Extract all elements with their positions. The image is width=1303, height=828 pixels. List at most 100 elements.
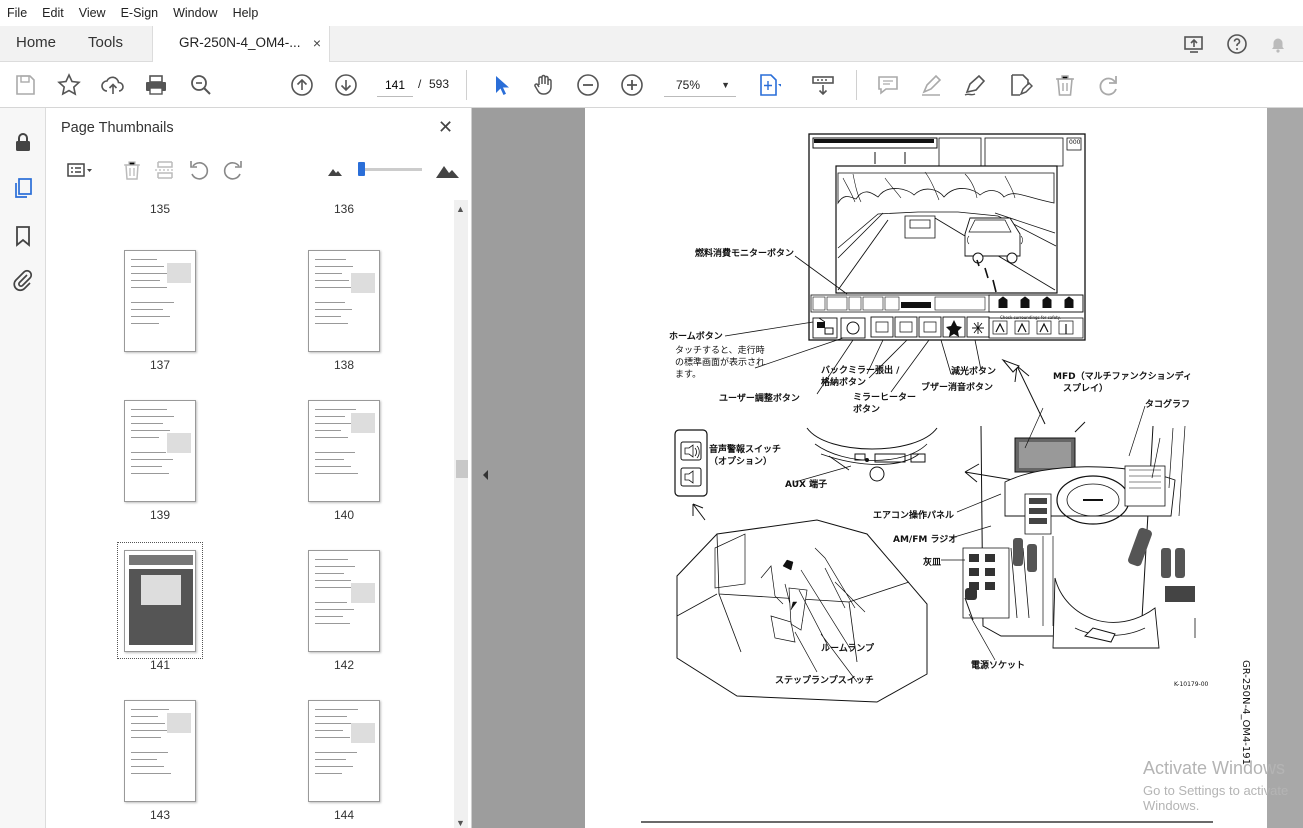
callout-buzzer-mute-button: ブザー消音ボタン <box>921 383 994 393</box>
next-page-icon[interactable] <box>333 72 359 98</box>
page-thumbnail[interactable] <box>308 550 380 652</box>
thumbnail-label: 141 <box>149 658 171 672</box>
close-tab-button[interactable]: × <box>313 26 321 60</box>
delete-pages-icon[interactable] <box>120 158 144 182</box>
save-icon[interactable] <box>12 72 38 98</box>
zoom-in-icon[interactable] <box>619 72 645 98</box>
rotate-right-icon[interactable] <box>221 158 245 182</box>
thumbnail-scrollbar[interactable] <box>454 200 468 828</box>
thumbnail-label: 137 <box>149 358 171 372</box>
toolbar-divider <box>856 70 857 100</box>
callout-alarm-switch-line2: （オプション） <box>709 457 773 467</box>
callout-mirror-heater-line2: ボタン <box>853 405 881 415</box>
redo-icon[interactable] <box>1095 72 1121 98</box>
thumbnail-label: 139 <box>149 508 171 522</box>
page-thumbnail[interactable] <box>308 250 380 352</box>
collapse-panel-icon[interactable] <box>478 430 494 520</box>
print-icon[interactable] <box>143 72 169 98</box>
help-icon[interactable] <box>1225 32 1249 56</box>
left-navigation-rail <box>0 108 46 828</box>
page-number-input[interactable] <box>377 73 413 97</box>
callout-ashtray: 灰皿 <box>923 558 942 568</box>
pdf-page: 燃料消費モニターボタン ホームボタン タッチすると、走行時 の標準画面が表示され… <box>585 108 1267 828</box>
select-cursor-icon[interactable] <box>488 72 514 98</box>
tab-tools[interactable]: Tools <box>88 26 123 62</box>
page-thumbnails-icon[interactable] <box>11 176 35 200</box>
bookmarks-icon[interactable] <box>11 224 35 248</box>
page-thumbnails-panel: Page Thumbnails ✕ 135 136 137 138 139 140 14… <box>46 108 472 828</box>
document-tab-title: GR-250N-4_OM4-... <box>179 35 301 50</box>
callout-home-desc-line3: ます。 <box>675 370 702 380</box>
menu-view[interactable]: View <box>72 6 114 20</box>
small-thumbnail-icon[interactable] <box>324 158 348 182</box>
thumbnail-label: 140 <box>333 508 355 522</box>
zoom-level-select[interactable]: 75% ▼ <box>664 73 736 97</box>
large-thumbnail-icon[interactable] <box>434 158 459 182</box>
thumbnail-size-slider[interactable] <box>358 168 422 171</box>
tab-document[interactable]: GR-250N-4_OM4-... × <box>152 26 330 62</box>
thumbnail-label: 143 <box>149 808 171 822</box>
thumbnail-label: 144 <box>333 808 355 822</box>
callout-mfd-line2: スプレイ） <box>1063 384 1109 394</box>
screen-safety-message: Check surroundings for safety. <box>1000 315 1061 320</box>
page-thumbnail[interactable] <box>308 700 380 802</box>
zoom-search-icon[interactable] <box>188 72 214 98</box>
page-thumbnail[interactable] <box>124 400 196 502</box>
callout-tachograph: タコグラフ <box>1145 400 1191 410</box>
highlighter-icon[interactable] <box>918 72 944 98</box>
close-panel-button[interactable]: ✕ <box>438 117 453 138</box>
edit-document-icon[interactable] <box>1007 72 1034 98</box>
upload-cloud-icon[interactable] <box>100 72 126 98</box>
document-scroll-area[interactable] <box>1267 108 1303 828</box>
scroll-mode-icon[interactable] <box>810 72 836 98</box>
attachments-icon[interactable] <box>11 268 35 292</box>
menu-file[interactable]: File <box>0 6 35 20</box>
thumbnail-label: 138 <box>333 358 355 372</box>
selected-thumbnail-frame <box>117 542 203 659</box>
menu-esign[interactable]: E-Sign <box>114 6 167 20</box>
thumbnail-options-icon[interactable] <box>60 158 92 182</box>
page-separator: / <box>418 77 422 91</box>
page-thumbnail[interactable] <box>124 250 196 352</box>
callout-step-lamp-switch: ステップランプスイッチ <box>775 676 874 686</box>
tab-bar: Home Tools GR-250N-4_OM4-... × <box>0 26 1303 62</box>
scroll-up-icon[interactable]: ▲ <box>456 204 465 214</box>
menu-bar: File Edit View E-Sign Window Help <box>0 0 1303 26</box>
insert-pages-icon[interactable] <box>153 158 177 182</box>
callout-aux-terminal: AUX 端子 <box>785 480 828 490</box>
screen-counter: 000 <box>1069 139 1081 146</box>
thumbnail-label: 136 <box>333 202 355 216</box>
lock-icon[interactable] <box>11 130 35 154</box>
menu-window[interactable]: Window <box>166 6 225 20</box>
total-pages: 593 <box>429 77 450 91</box>
windows-activation-watermark: Activate Windows <box>1143 758 1286 778</box>
fit-page-icon[interactable] <box>755 72 783 98</box>
zoom-out-icon[interactable] <box>575 72 601 98</box>
rotate-left-icon[interactable] <box>187 158 211 182</box>
tab-home[interactable]: Home <box>16 26 56 62</box>
figure-code: K-10179-00 <box>1174 681 1209 688</box>
thumbnail-scrollbar-thumb[interactable] <box>456 460 468 478</box>
scroll-down-icon[interactable]: ▼ <box>456 818 465 828</box>
hand-tool-icon[interactable] <box>531 72 557 98</box>
thumbnail-size-slider-handle[interactable] <box>358 162 365 176</box>
callout-home-button: ホームボタン <box>669 332 723 342</box>
main-toolbar: / 593 75% ▼ <box>0 62 1303 108</box>
callout-fuel-monitor-button: 燃料消費モニターボタン <box>695 249 795 259</box>
chevron-down-icon: ▼ <box>721 80 730 90</box>
bookmark-star-icon[interactable] <box>56 72 82 98</box>
notification-bell-icon[interactable] <box>1266 32 1290 56</box>
menu-help[interactable]: Help <box>226 6 267 20</box>
page-thumbnail[interactable] <box>124 700 196 802</box>
callout-aircon-panel: エアコン操作パネル <box>873 511 955 521</box>
callout-power-socket: 電源ソケット <box>971 661 1026 671</box>
delete-icon[interactable] <box>1052 72 1078 98</box>
share-screen-icon[interactable] <box>1182 32 1206 56</box>
menu-edit[interactable]: Edit <box>35 6 72 20</box>
comment-icon[interactable] <box>875 72 901 98</box>
callout-user-adjust-button: ユーザー調整ボタン <box>719 394 800 404</box>
windows-activation-hint: Go to Settings to activate Windows. <box>1143 783 1289 813</box>
previous-page-icon[interactable] <box>289 72 315 98</box>
page-thumbnail[interactable] <box>308 400 380 502</box>
sign-pen-icon[interactable] <box>962 72 988 98</box>
